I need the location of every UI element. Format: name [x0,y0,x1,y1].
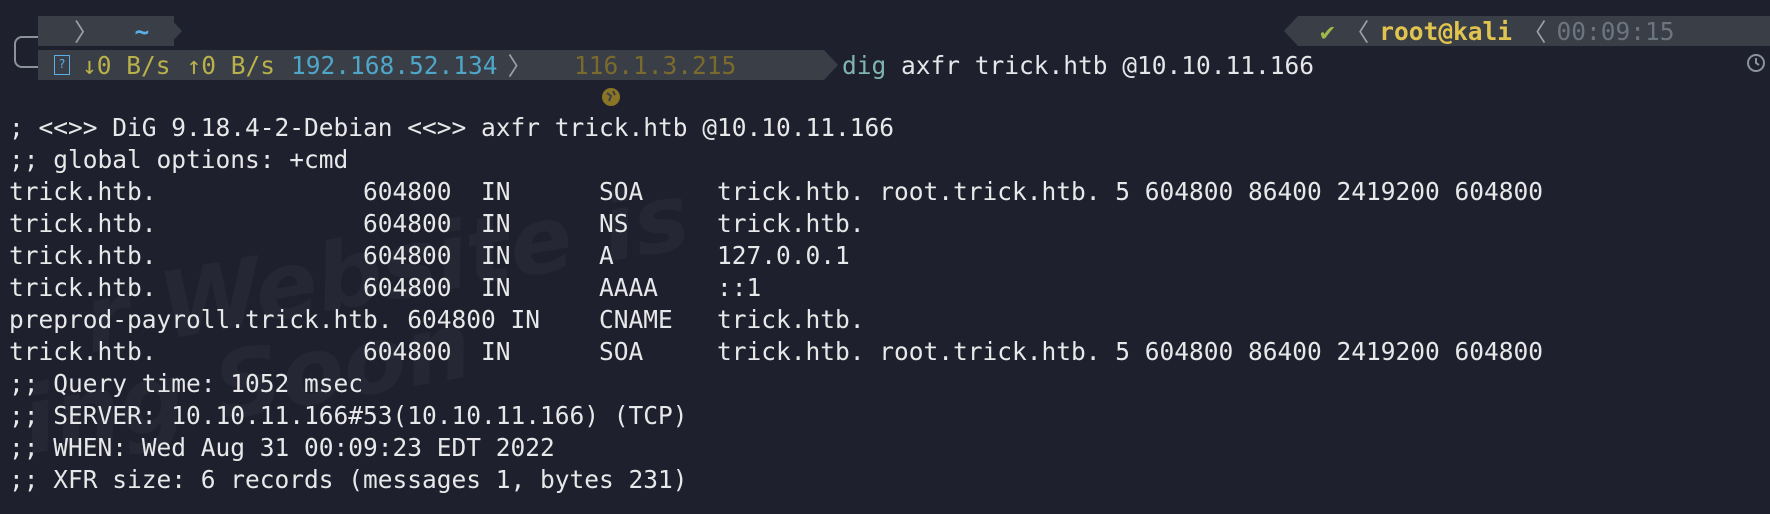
command-line[interactable]: dig axfr trick.htb @10.10.11.166 [842,50,1314,80]
output-line: ;; SERVER: 10.10.11.166#53(10.10.11.166)… [9,401,688,430]
upload-rate: ↑0 B/s [186,50,276,80]
command-output: ; <<>> DiG 9.18.4-2-Debian <<>> axfr tri… [9,112,1543,496]
home-icon [107,20,186,69]
command-args: axfr trick.htb @10.10.11.166 [886,50,1315,80]
segment-separator: 〉 [74,17,99,47]
globe-icon [542,55,621,106]
output-line: ;; global options: +cmd [9,145,349,174]
segment-separator: 〈 [1344,17,1370,47]
segment-separator: 〈 [1522,17,1547,47]
segment-separator: 〉 [507,51,533,81]
network-icon: ? [54,55,70,75]
prompt-net-segment: ? ↓0 B/s ↑0 B/s 192.168.52.134 〉 116.1.3… [38,50,824,106]
output-line: ;; XFR size: 6 records (messages 1, byte… [9,465,688,494]
segment-arrow [824,50,838,80]
output-line: trick.htb. 604800 IN SOA trick.htb. root… [9,337,1544,366]
local-ip: 192.168.52.134 [291,50,498,80]
prompt-right-segment: ✔ 〈 root@kali 〈 00:09:15 [1298,16,1770,72]
clock-icon [1687,21,1765,72]
segment-arrow [168,16,182,46]
output-line: trick.htb. 604800 IN A 127.0.0.1 [9,241,850,270]
status-ok-icon: ✔ [1320,16,1335,46]
output-line: ;; WHEN: Wed Aug 31 00:09:23 EDT 2022 [9,433,555,462]
command-program: dig [842,50,887,80]
output-line: preprod-payroll.trick.htb. 604800 IN CNA… [9,305,865,334]
current-path: ~ [134,16,150,46]
user-host: root@kali [1379,16,1513,46]
linux-tux-icon [44,19,123,72]
output-line: trick.htb. 604800 IN SOA trick.htb. root… [9,177,1544,206]
output-line: ; <<>> DiG 9.18.4-2-Debian <<>> axfr tri… [9,113,895,142]
segment-arrow [1284,16,1298,46]
clock-time: 00:09:15 [1556,16,1675,46]
output-line: trick.htb. 604800 IN NS trick.htb. [9,209,865,238]
public-ip: 116.1.3.215 [574,50,737,80]
prompt-path-segment: 〉 ~ [38,16,186,72]
output-line: trick.htb. 604800 IN AAAA ::1 [9,273,762,302]
prompt-bracket [14,36,38,68]
download-rate: ↓0 B/s [82,50,171,80]
output-line: ;; Query time: 1052 msec [9,369,364,398]
